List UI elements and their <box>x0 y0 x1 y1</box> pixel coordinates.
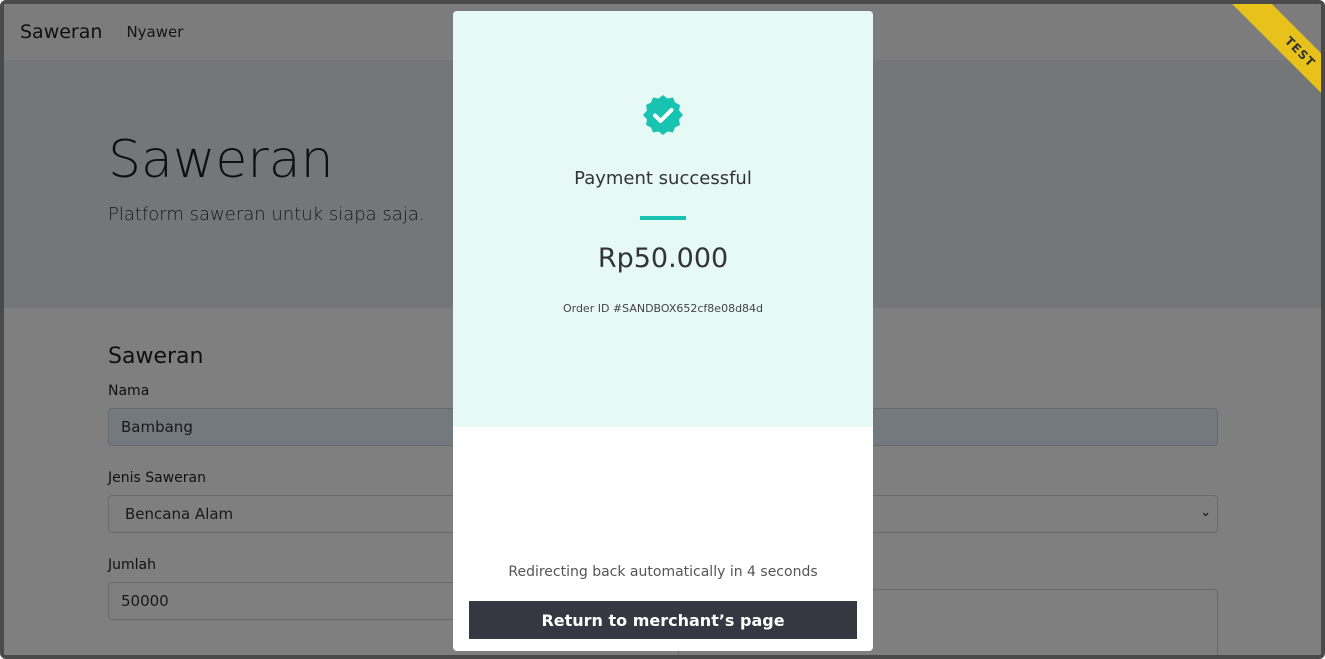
payment-summary: Payment successful Rp50.000 Order ID #SA… <box>453 11 873 427</box>
order-id: Order ID #SANDBOX652cf8e08d84d <box>562 302 764 315</box>
payment-modal: Payment successful Rp50.000 Order ID #SA… <box>453 11 873 651</box>
check-badge-icon <box>643 95 683 135</box>
payment-amount: Rp50.000 <box>597 243 729 274</box>
browser-frame: Saweran Nyawer Saweran Platform saweran … <box>0 0 1325 659</box>
accent-divider <box>640 216 686 220</box>
test-ribbon-label: TEST <box>1222 4 1321 130</box>
return-to-merchant-button[interactable]: Return to merchant’s page <box>469 601 857 639</box>
test-ribbon: TEST <box>1191 4 1321 134</box>
redirect-text: Redirecting back automatically in 4 seco… <box>508 564 818 580</box>
payment-title: Payment successful <box>574 168 752 189</box>
